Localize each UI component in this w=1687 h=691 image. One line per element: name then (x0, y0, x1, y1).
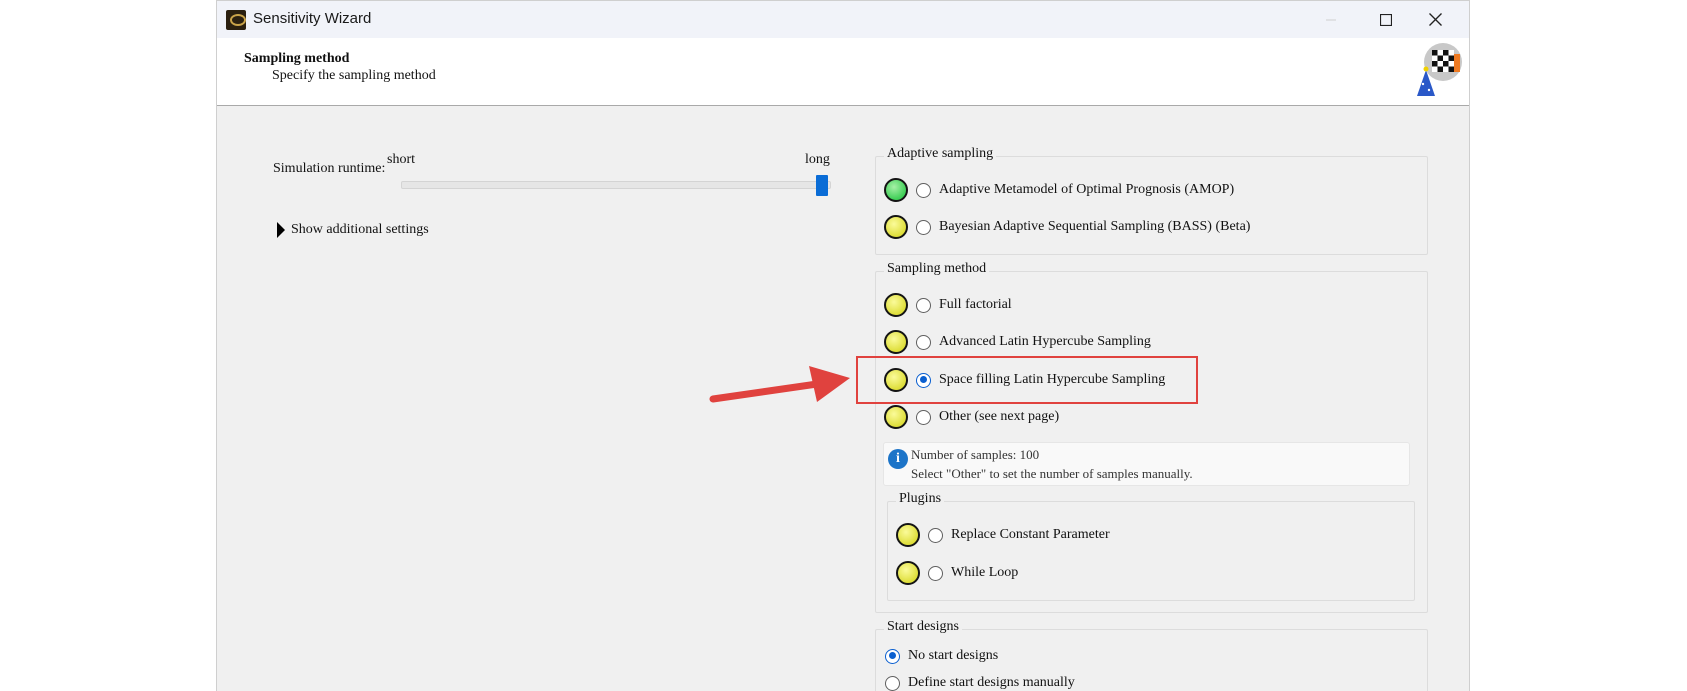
status-indicator-green-icon (884, 178, 908, 202)
bass-label[interactable]: Bayesian Adaptive Sequential Sampling (B… (939, 219, 1250, 235)
maximize-icon (1380, 13, 1392, 26)
selection-highlight-box (856, 356, 1198, 404)
info-icon: i (888, 449, 908, 469)
option-other[interactable]: Other (see next page) (884, 405, 1059, 429)
option-full-factorial[interactable]: Full factorial (884, 293, 1012, 317)
close-icon (1428, 13, 1442, 26)
samples-hint-text: Select "Other" to set the number of samp… (911, 466, 1193, 481)
option-bass[interactable]: Bayesian Adaptive Sequential Sampling (B… (884, 215, 1250, 239)
advanced-lhs-radio[interactable] (916, 334, 931, 350)
other-radio[interactable] (916, 409, 931, 425)
sampling-method-title: Sampling method (884, 261, 990, 277)
status-indicator-yellow-icon (896, 561, 920, 585)
full-factorial-label[interactable]: Full factorial (939, 297, 1012, 313)
start-designs-title: Start designs (884, 619, 962, 635)
bass-radio[interactable] (916, 219, 931, 235)
status-indicator-yellow-icon (884, 330, 908, 354)
samples-count-text: Number of samples: 100 (911, 447, 1040, 462)
page-subtitle: Specify the sampling method (272, 68, 436, 83)
simulation-runtime-label: Simulation runtime: (273, 161, 386, 176)
window-title: Sensitivity Wizard (253, 10, 372, 27)
adaptive-sampling-title: Adaptive sampling (884, 146, 997, 162)
plugins-title: Plugins (896, 491, 945, 507)
option-replace-constant-parameter[interactable]: Replace Constant Parameter (896, 523, 1110, 547)
replace-constant-parameter-radio[interactable] (928, 527, 943, 543)
app-icon (226, 10, 246, 30)
minimize-icon (1326, 19, 1336, 20)
runtime-max-label: long (805, 152, 830, 167)
show-additional-settings-label: Show additional settings (291, 222, 429, 237)
while-loop-label[interactable]: While Loop (951, 565, 1018, 581)
runtime-slider-thumb[interactable] (816, 175, 828, 196)
other-label[interactable]: Other (see next page) (939, 409, 1059, 425)
runtime-min-label: short (387, 152, 415, 167)
status-indicator-yellow-icon (896, 523, 920, 547)
amop-label[interactable]: Adaptive Metamodel of Optimal Prognosis … (939, 182, 1234, 198)
show-additional-settings-toggle[interactable]: Show additional settings (277, 222, 429, 238)
while-loop-radio[interactable] (928, 565, 943, 581)
runtime-slider-track[interactable] (401, 181, 831, 189)
option-while-loop[interactable]: While Loop (896, 561, 1018, 585)
advanced-lhs-label[interactable]: Advanced Latin Hypercube Sampling (939, 334, 1151, 350)
option-amop[interactable]: Adaptive Metamodel of Optimal Prognosis … (884, 178, 1234, 202)
option-define-start-designs[interactable]: Define start designs manually (885, 675, 1075, 691)
plugins-group: Plugins (887, 491, 1415, 601)
status-indicator-yellow-icon (884, 293, 908, 317)
expand-triangle-icon (277, 222, 285, 238)
define-start-designs-label[interactable]: Define start designs manually (908, 675, 1075, 691)
option-no-start-designs[interactable]: No start designs (885, 648, 998, 664)
no-start-designs-label[interactable]: No start designs (908, 648, 998, 664)
page-title: Sampling method (244, 51, 350, 66)
adaptive-sampling-group: Adaptive sampling (875, 146, 1428, 255)
red-arrow-icon (709, 366, 850, 403)
sensitivity-wizard-window: Sensitivity Wizard Sampling method Speci… (216, 0, 1470, 691)
status-indicator-yellow-icon (884, 215, 908, 239)
full-factorial-radio[interactable] (916, 297, 931, 313)
define-start-designs-radio[interactable] (885, 675, 900, 691)
close-button[interactable] (1406, 1, 1464, 38)
status-indicator-yellow-icon (884, 405, 908, 429)
title-bar: Sensitivity Wizard (217, 1, 1469, 38)
amop-radio[interactable] (916, 182, 931, 198)
wizard-header: Sampling method Specify the sampling met… (217, 38, 1469, 106)
no-start-designs-radio[interactable] (885, 648, 900, 664)
option-advanced-lhs[interactable]: Advanced Latin Hypercube Sampling (884, 330, 1151, 354)
wizard-hat-checkered-flag-icon (1417, 43, 1462, 96)
minimize-button[interactable] (1302, 1, 1360, 38)
replace-constant-parameter-label[interactable]: Replace Constant Parameter (951, 527, 1110, 543)
samples-info-box: i Number of samples: 100 Select "Other" … (883, 442, 1410, 486)
